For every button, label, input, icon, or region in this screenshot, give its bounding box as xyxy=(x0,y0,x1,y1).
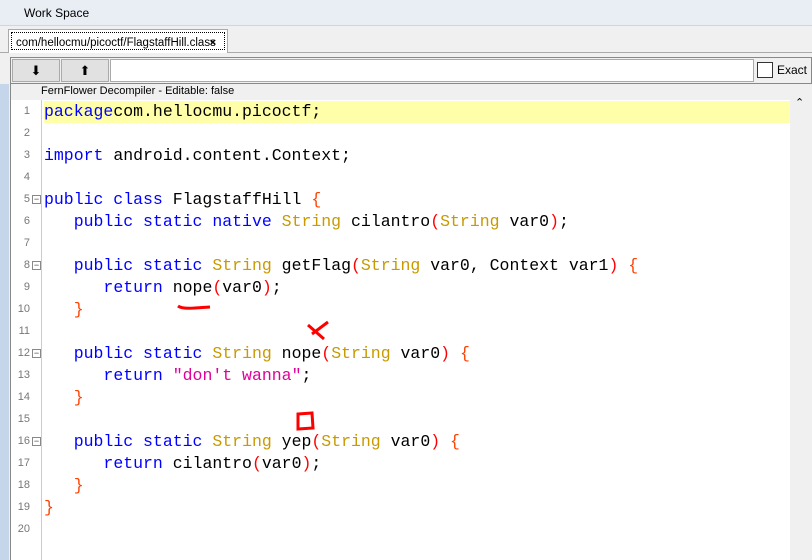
x-mark xyxy=(307,320,329,341)
red-annotations xyxy=(177,304,329,431)
circle-mark xyxy=(296,411,315,431)
underline-mark xyxy=(177,304,211,310)
